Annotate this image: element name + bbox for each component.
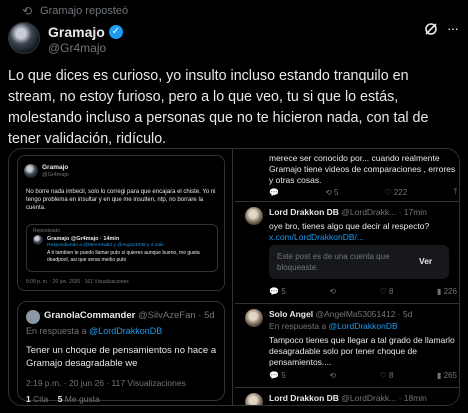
reply-stats: 1 Cita 5 Me gusta [26,394,100,404]
reply-prefix: En respuesta a [26,326,90,336]
bookmark-icon: ⤒ [453,187,457,196]
repost-action-icon: ⟲ [329,287,336,296]
post1-handle: @LordDrakk... · 17min [341,207,427,217]
post2-in-response: En respuesta a @LordDrakkonDB [269,321,398,331]
reply-text: Tener un choque de pensamientos no hace … [26,345,217,369]
reply-count: 5 [281,287,286,296]
view-button: Ver [419,256,433,266]
post1-name-row: Lord Drakkon DB @LordDrakk... · 17min [269,207,427,217]
quote-repost-label: Reposteado [33,228,60,234]
reply-handle: @SilvAzeFan · 5d [137,310,215,321]
unavailable-text: Este post es de una cuenta que bloqueast… [277,252,390,272]
reply-icon: 💬 5 [269,371,286,380]
repost-header: ⟲ Gramajo reposteó [22,4,128,18]
divider [235,387,459,388]
post1-text: oye bro, tienes algo que decir al respec… [269,221,430,231]
tweet-media[interactable]: Gramajo @Gr4majo No borre nada imbecil, … [8,148,460,406]
author-handle[interactable]: @Gr4majo [48,41,106,55]
repost-icon: ⟲ [22,4,33,18]
repost-count: 5 [333,187,339,197]
screenshot-meta: 8:09 p. m. · 20 jun. 2026 · 161 Visualiz… [26,279,129,285]
post2-text: Tampoco tienes que llegar a tal grado de… [269,335,455,367]
unavailable-post: Este post es de una cuenta que bloqueast… [269,245,449,279]
like-icon: ♡ 8 [379,287,394,296]
post3-name-row: Lord Drakkon DB @LordDrakk... · 18min [269,393,427,403]
likes-label: Me gusta [64,394,100,404]
post1-name: Lord Drakkon DB [269,207,339,217]
reply-icon: 💬 [269,187,279,197]
likes-count: 5 [57,394,63,404]
quote-name: Gramajo @Gr4majo · 14min [47,236,120,242]
like-icon: ♡ 8 [379,371,394,380]
post1-link: x.com/LordDrakkonDB/... [269,232,364,242]
post2-actions: 💬 5 ⟲ ♡ 8 ▮ 265 [269,371,457,380]
like-count: 222 [393,187,408,197]
post2-reply-prefix: En respuesta a [269,321,329,331]
quotes-label: Cita [33,394,49,404]
views-count: 265 [443,371,457,380]
screenshot-text: No borre nada imbecil, solo lo corregi p… [26,189,216,211]
screenshot-handle: @Gr4majo [42,172,69,178]
post3-handle: @LordDrakk... · 18min [341,393,427,403]
reply-to-handle: @LordDrakkonDB [89,326,163,336]
author-name[interactable]: Gramajo [48,24,105,40]
reply-name-row: GranolaCommander @SilvAzeFan · 5d [44,310,215,321]
reply-card: GranolaCommander @SilvAzeFan · 5d En res… [17,301,225,404]
quote-avatar [33,235,43,245]
post2-reply-to: @LordDrakkonDB [328,321,398,331]
embedded-screenshot: Gramajo @Gr4majo No borre nada imbecil, … [17,155,225,291]
quotes-count: 1 [26,394,31,404]
thread-top-actions: 💬 ⟲ 5 ♡ 222 ⤒ [269,187,457,197]
verified-icon: ✓ [108,25,123,39]
post1-actions: 💬 5 ⟲ ♡ 8 ▮ 226 [269,287,457,296]
more-options-icon[interactable]: ··· [447,20,459,36]
divider [235,303,459,304]
like-icon: ♡ 222 [384,187,408,197]
grok-icon[interactable] [423,21,439,37]
tweet-text: Lo que dices es curioso, yo insulto incl… [8,68,429,147]
repost-action-icon: ⟲ 5 [325,187,339,197]
author-name-row[interactable]: Gramajo ✓ [48,24,123,40]
repost-label: Gramajo reposteó [40,5,129,17]
post3-avatar [245,393,263,405]
post2-name-row: Solo Angel @AngelMa53051412 · 5d [269,309,412,319]
like-count: 8 [388,371,394,380]
post2-handle: @AngelMa53051412 · 5d [315,309,413,319]
media-image-right[interactable]: merece ser conocido por... cuando realme… [235,149,459,405]
reply-count: 5 [281,371,286,380]
divider [235,201,459,202]
thread-top-text: merece ser conocido por... cuando realme… [269,153,456,185]
repost-action-icon: ⟲ [329,371,336,380]
reply-avatar [26,310,40,324]
screenshot-name: Gramajo [42,164,69,171]
post3-name: Lord Drakkon DB [269,393,339,403]
screenshot-quote: Reposteado Gramajo @Gr4majo · 14min Resp… [26,224,218,272]
post1-avatar [245,207,263,225]
reply-icon: 💬 5 [269,287,286,296]
screenshot-avatar [24,164,38,178]
media-image-left[interactable]: Gramajo @Gr4majo No borre nada imbecil, … [9,149,233,405]
reply-meta: 2:19 p.m. · 20 jun 26 · 117 Visualizacio… [26,378,186,388]
like-count: 8 [388,287,394,296]
views-icon: ▮ 226 [436,287,457,296]
reply-in-response: En respuesta a @LordDrakkonDB [26,326,162,336]
quote-text: A ti tambien te puedo llamar puto si qui… [47,250,200,263]
quote-reply-to: Respondiendo a @MevArtw62 y @Argo21038 y… [47,243,164,248]
author-avatar[interactable] [8,22,40,54]
views-count: 226 [443,287,457,296]
views-icon: ▮ 265 [436,371,457,380]
post2-name: Solo Angel [269,309,314,319]
reply-name: GranolaCommander [44,310,136,321]
post2-avatar [245,309,263,327]
